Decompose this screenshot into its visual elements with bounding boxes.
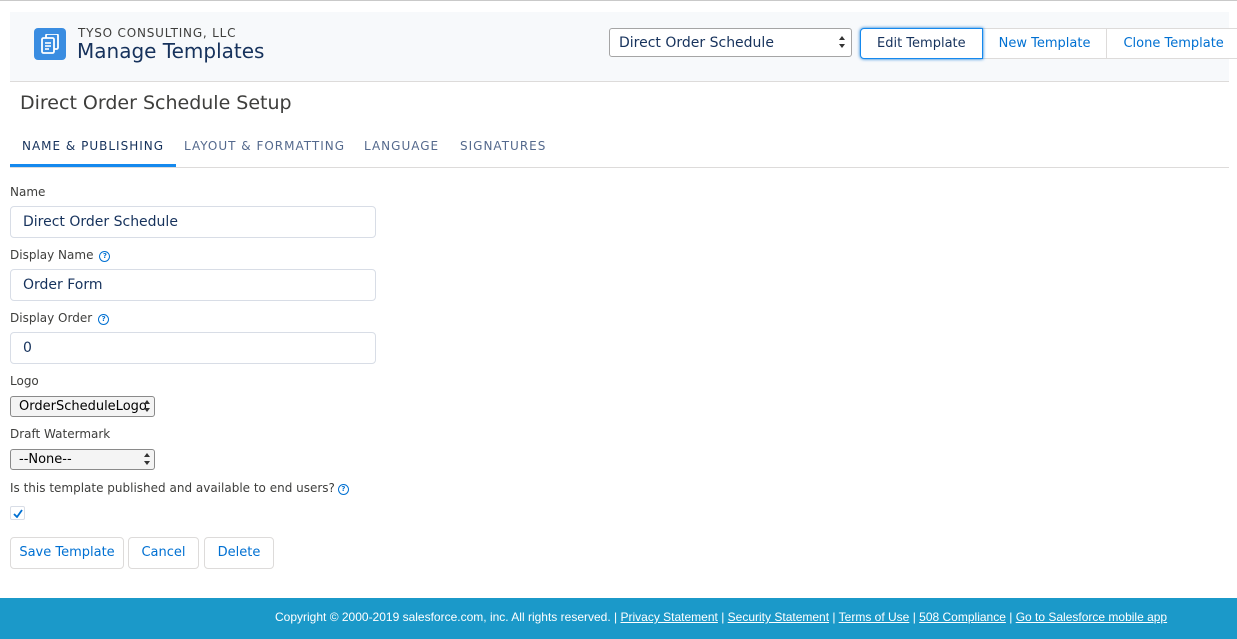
select-arrows-icon: [143, 399, 151, 414]
tab-signatures[interactable]: SIGNATURES: [460, 127, 546, 166]
edit-template-button[interactable]: Edit Template: [860, 28, 983, 59]
watermark-select[interactable]: --None--: [10, 449, 155, 470]
template-select-value: Direct Order Schedule: [619, 35, 774, 51]
published-label-text: Is this template published and available…: [10, 481, 335, 495]
help-icon[interactable]: ?: [98, 314, 110, 325]
document-stack-icon: [34, 28, 66, 60]
name-input[interactable]: Direct Order Schedule: [10, 206, 376, 238]
privacy-statement-link[interactable]: Privacy Statement: [620, 610, 717, 624]
tab-bar: NAME & PUBLISHING LAYOUT & FORMATTING LA…: [10, 127, 1229, 168]
template-select[interactable]: Direct Order Schedule: [609, 28, 852, 57]
logo-select[interactable]: OrderScheduleLogo: [10, 396, 155, 417]
logo-label: Logo: [10, 374, 39, 388]
published-label: Is this template published and available…: [10, 481, 349, 495]
security-statement-link[interactable]: Security Statement: [728, 610, 829, 624]
clone-template-button[interactable]: Clone Template: [1106, 28, 1237, 59]
display-order-label-text: Display Order: [10, 311, 93, 325]
tab-layout-formatting[interactable]: LAYOUT & FORMATTING: [184, 127, 345, 166]
footer-separator: |: [832, 610, 836, 624]
help-icon[interactable]: ?: [337, 484, 349, 495]
mobile-app-link[interactable]: Go to Salesforce mobile app: [1016, 610, 1167, 624]
display-order-input[interactable]: 0: [10, 332, 376, 364]
published-checkbox[interactable]: [10, 506, 25, 520]
new-template-button[interactable]: New Template: [981, 28, 1108, 59]
watermark-select-value: --None--: [19, 452, 72, 467]
select-arrows-icon: [143, 452, 151, 467]
watermark-label: Draft Watermark: [10, 427, 111, 441]
checkmark-icon: [13, 509, 23, 518]
footer-text: Copyright © 2000-2019 salesforce.com, in…: [275, 610, 1167, 624]
page-title: Manage Templates: [77, 39, 265, 63]
logo-select-value: OrderScheduleLogo: [19, 399, 147, 414]
main-card: TYSO CONSULTING, LLC Manage Templates Di…: [0, 1, 1237, 598]
footer-separator: |: [1009, 610, 1013, 624]
copyright-text: Copyright © 2000-2019 salesforce.com, in…: [275, 610, 611, 624]
company-name: TYSO CONSULTING, LLC: [78, 26, 237, 40]
display-name-label: Display Name?: [10, 248, 111, 262]
cancel-button[interactable]: Cancel: [128, 537, 199, 569]
display-name-label-text: Display Name: [10, 248, 94, 262]
footer-separator: |: [912, 610, 916, 624]
select-arrows-icon: [838, 35, 846, 50]
tab-name-publishing[interactable]: NAME & PUBLISHING: [10, 127, 177, 167]
setup-title: Direct Order Schedule Setup: [20, 92, 292, 114]
save-template-button[interactable]: Save Template: [10, 537, 124, 569]
delete-button[interactable]: Delete: [204, 537, 274, 569]
page-footer: Copyright © 2000-2019 salesforce.com, in…: [0, 598, 1237, 639]
name-label: Name: [10, 185, 46, 199]
display-order-label: Display Order?: [10, 311, 110, 325]
tab-language[interactable]: LANGUAGE: [364, 127, 439, 166]
footer-separator: |: [614, 610, 618, 624]
terms-of-use-link[interactable]: Terms of Use: [839, 610, 910, 624]
display-name-input[interactable]: Order Form: [10, 269, 376, 301]
help-icon[interactable]: ?: [99, 251, 111, 262]
template-button-group: Edit Template New Template Clone Templat…: [860, 28, 1237, 59]
page-header: TYSO CONSULTING, LLC Manage Templates Di…: [10, 12, 1237, 82]
compliance-link[interactable]: 508 Compliance: [919, 610, 1006, 624]
footer-separator: |: [721, 610, 725, 624]
